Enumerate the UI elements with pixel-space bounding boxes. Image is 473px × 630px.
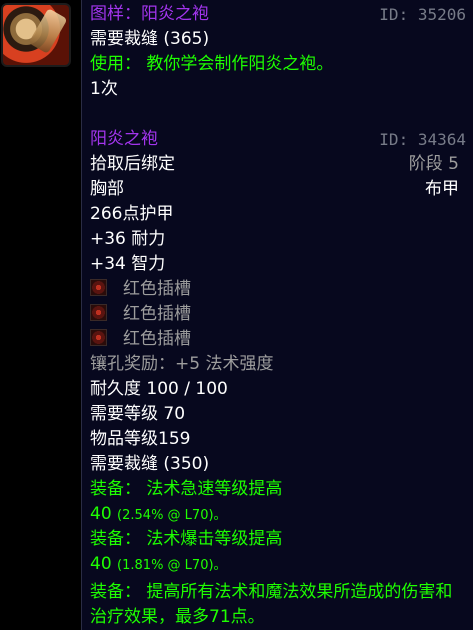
equip-crit-label: 装备： 法术爆击等级提高 (90, 529, 283, 549)
equip-crit-detail: (1.81% @ L70)。 (117, 558, 227, 573)
recipe-scroll-icon[interactable] (1, 3, 71, 67)
item-name-row: 阳炎之袍 ID: 34364 (90, 127, 466, 152)
recipe-use: 使用： 教你学会制作阳炎之袍。 (90, 54, 334, 74)
socket-row-2: 红色插槽 (90, 302, 466, 327)
equip-crit-value-row: 40 (1.81% @ L70)。 (90, 552, 466, 577)
socket-label: 红色插槽 (123, 279, 191, 299)
item-slot: 胸部 (90, 179, 124, 199)
recipe-requires: 需要裁缝 (365) (90, 29, 210, 49)
red-socket-icon (90, 329, 107, 346)
item-name[interactable]: 阳炎之袍 (90, 129, 158, 149)
socket-label: 红色插槽 (123, 304, 191, 324)
item-req-skill: 需要裁缝 (350) (90, 454, 210, 474)
scroll-shine (28, 8, 68, 54)
recipe-id: ID: 35206 (379, 5, 466, 24)
item-bind: 拾取后绑定 (90, 154, 175, 174)
socket-row-3: 红色插槽 (90, 327, 466, 352)
recipe-title[interactable]: 图样：阳炎之袍 (90, 4, 209, 24)
item-icon-panel (0, 0, 80, 630)
socket-bonus: 镶孔奖励：+5 法术强度 (90, 354, 274, 374)
item-id: ID: 34364 (379, 130, 466, 149)
equip-haste-value-row: 40 (2.54% @ L70)。 (90, 502, 466, 527)
recipe-count: 1次 (90, 79, 118, 99)
equip-haste-detail: (2.54% @ L70)。 (117, 508, 227, 523)
slot-row: 胸部 布甲 (90, 177, 466, 202)
item-tier: 阶段 5 (408, 154, 459, 174)
item-armor: 266点护甲 (90, 204, 174, 224)
item-req-level: 需要等级 70 (90, 404, 186, 424)
equip-haste-label: 装备： 法术急速等级提高 (90, 479, 283, 499)
socket-row-1: 红色插槽 (90, 277, 466, 302)
red-socket-icon (90, 304, 107, 321)
item-level: 物品等级159 (90, 429, 191, 449)
equip-haste-value: 40 (90, 504, 112, 524)
item-durability: 耐久度 100 / 100 (90, 379, 228, 399)
recipe-title-row: 图样：阳炎之袍 ID: 35206 (90, 2, 466, 27)
socket-label: 红色插槽 (123, 329, 191, 349)
item-stat-stamina: +36 耐力 (90, 229, 166, 249)
item-tooltip: 图样：阳炎之袍 ID: 35206 需要裁缝 (365) 使用： 教你学会制作阳… (81, 0, 473, 630)
red-socket-icon (90, 279, 107, 296)
equip-crit-value: 40 (90, 554, 112, 574)
item-type: 布甲 (425, 179, 459, 199)
equip-spell-damage: 装备： 提高所有法术和魔法效果所造成的伤害和治疗效果，最多71点。 (90, 582, 453, 627)
bind-row: 拾取后绑定 阶段 5 (90, 152, 466, 177)
item-stat-intellect: +34 智力 (90, 254, 166, 274)
